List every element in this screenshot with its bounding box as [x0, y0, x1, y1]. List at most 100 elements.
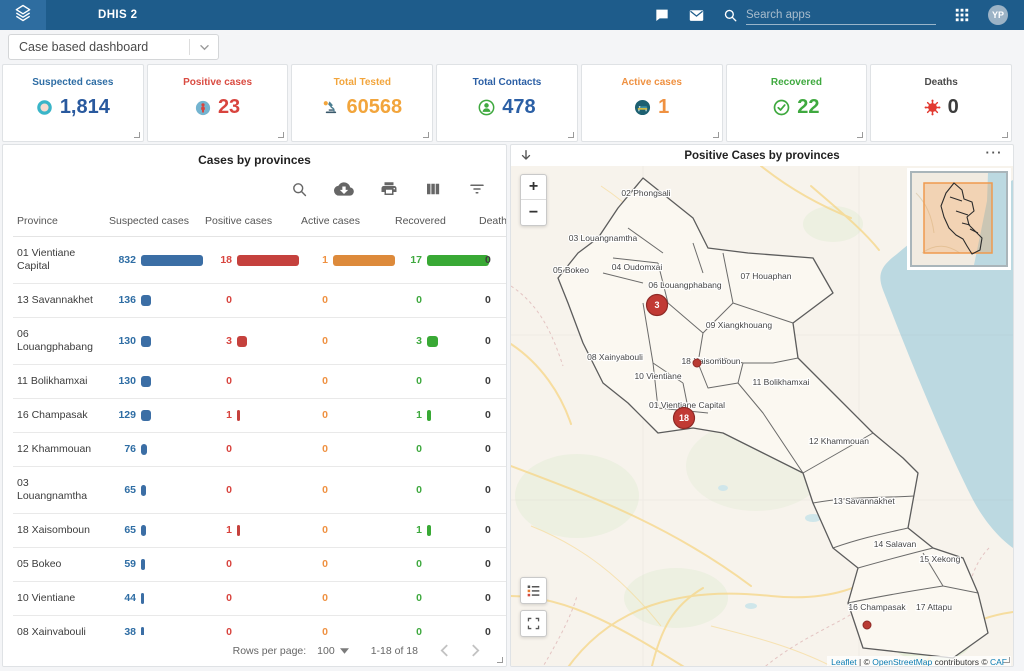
recovered-value: 0 [395, 484, 422, 497]
kpi-card-title: Deaths [871, 77, 1011, 88]
virus-icon [924, 99, 941, 116]
map-region-label: 14 Salavan [874, 539, 917, 549]
zoom-out-button[interactable]: − [521, 200, 546, 225]
map-cluster-marker[interactable]: 3 [647, 295, 668, 316]
suspected-bar [141, 485, 146, 496]
kpi-card-suspected-cases: Suspected cases1,814 [2, 64, 144, 142]
active-value: 0 [301, 409, 328, 422]
zoom-in-button[interactable]: + [521, 175, 546, 200]
rows-per-page-select[interactable]: Rows per page: 100 [233, 645, 349, 657]
suspected-value: 136 [109, 294, 136, 307]
card-resize-handle[interactable] [713, 132, 719, 138]
previous-page-button[interactable] [440, 644, 449, 657]
card-resize-handle[interactable] [278, 132, 284, 138]
mail-icon[interactable] [688, 7, 705, 24]
active-value: 0 [301, 524, 328, 537]
kpi-card-title: Total Contacts [437, 77, 577, 88]
cases-table-panel: Cases by provinces [2, 144, 507, 667]
marker-count: 18 [679, 413, 689, 423]
table-header-row: ProvinceSuspected casesPositive casesAct… [13, 205, 506, 237]
recovered-bar [427, 255, 489, 266]
dashboard-selector[interactable]: Case based dashboard [8, 34, 219, 60]
table-search-icon[interactable] [291, 181, 308, 198]
map-region-label: 02 Phongsali [621, 188, 670, 198]
map-region-label: 08 Xainyabouli [587, 352, 643, 362]
province-cell: 03 Louangnamtha [13, 467, 105, 514]
leaflet-link[interactable]: Leaflet [831, 657, 857, 667]
recovered-value: 0 [395, 375, 422, 388]
map-case-dot[interactable] [693, 359, 701, 367]
suspected-value: 44 [109, 592, 136, 605]
fullscreen-button[interactable] [520, 610, 547, 637]
table-row: 11 Bolikhamxai1300000 [13, 365, 506, 399]
positive-bar [237, 410, 240, 421]
filter-icon[interactable] [468, 180, 486, 198]
active-value: 0 [301, 558, 328, 571]
positive-bar [237, 525, 240, 536]
positive-value: 0 [205, 443, 232, 456]
map-canvas[interactable]: 02 Phongsali03 Louangnamtha05 Bokeo04 Ou… [511, 166, 1013, 667]
more-options-icon[interactable]: ··· [986, 145, 1004, 160]
kpi-card-value: 22 [797, 96, 819, 119]
kpi-card-active-cases: Active cases1 [581, 64, 723, 142]
dhis2-logo-icon [13, 3, 33, 28]
card-resize-handle[interactable] [423, 132, 429, 138]
user-avatar[interactable]: YP [988, 5, 1008, 25]
check-circle-icon [773, 99, 790, 116]
suspected-bar [141, 410, 151, 421]
map-region-label: 12 Khammouan [809, 436, 869, 446]
map-case-dot[interactable] [863, 621, 871, 629]
card-resize-handle[interactable] [1002, 132, 1008, 138]
kpi-card-value: 1 [658, 96, 669, 119]
download-cloud-icon[interactable] [334, 179, 354, 199]
dashboard-selector-value: Case based dashboard [9, 40, 189, 54]
card-resize-handle[interactable] [134, 132, 140, 138]
kpi-card-value: 1,814 [60, 96, 110, 119]
province-cell: 13 Savannakhet [13, 284, 105, 318]
search-apps-input[interactable] [746, 5, 936, 25]
active-value: 1 [301, 254, 328, 267]
columns-icon[interactable] [424, 180, 442, 198]
map-attribution: Leaflet | © OpenStreetMap contributors ©… [827, 656, 1011, 667]
active-value: 0 [301, 375, 328, 388]
app-title: DHIS 2 [98, 9, 137, 21]
deaths-value: 0 [475, 365, 506, 399]
kpi-card-value: 23 [218, 96, 240, 119]
table-panel-title: Cases by provinces [3, 145, 506, 167]
map-cluster-marker[interactable]: 18 [674, 408, 695, 429]
next-page-button[interactable] [471, 644, 480, 657]
panel-resize-handle[interactable] [497, 657, 503, 663]
dhis2-dashboard: DHIS 2 YP Case based dashboard [0, 0, 1024, 671]
table-row: 12 Khammouan760000 [13, 433, 506, 467]
suspected-value: 65 [109, 484, 136, 497]
active-bar [333, 255, 395, 266]
active-value: 0 [301, 592, 328, 605]
overview-minimap[interactable] [910, 171, 1008, 267]
marker-count: 3 [654, 300, 659, 310]
suspected-bar [141, 255, 203, 266]
panel-resize-handle[interactable] [1004, 657, 1010, 663]
recovered-bar [427, 410, 431, 421]
messages-icon[interactable] [654, 7, 670, 23]
hospital-bed-icon [634, 99, 651, 116]
recovered-value: 0 [395, 443, 422, 456]
dhis2-logo[interactable] [0, 0, 46, 30]
apps-grid-icon[interactable] [954, 7, 970, 23]
rows-per-page-label: Rows per page: [233, 645, 307, 657]
table-row: 16 Champasak1291010 [13, 399, 506, 433]
person-green-icon [478, 99, 495, 116]
map-region-label: 05 Bokeo [553, 265, 589, 275]
osm-link[interactable]: OpenStreetMap [872, 657, 932, 667]
legend-button[interactable] [520, 577, 547, 604]
kpi-card-value: 60568 [346, 96, 402, 119]
fullscreen-icon [527, 617, 540, 630]
kpi-card-title: Recovered [727, 77, 867, 88]
cases-table: ProvinceSuspected casesPositive casesAct… [3, 205, 506, 650]
table-row: 03 Louangnamtha650000 [13, 467, 506, 514]
card-resize-handle[interactable] [857, 132, 863, 138]
card-resize-handle[interactable] [568, 132, 574, 138]
print-icon[interactable] [380, 180, 398, 198]
active-value: 0 [301, 443, 328, 456]
table-row: 05 Bokeo590000 [13, 548, 506, 582]
kpi-card-positive-cases: Positive cases23 [147, 64, 289, 142]
